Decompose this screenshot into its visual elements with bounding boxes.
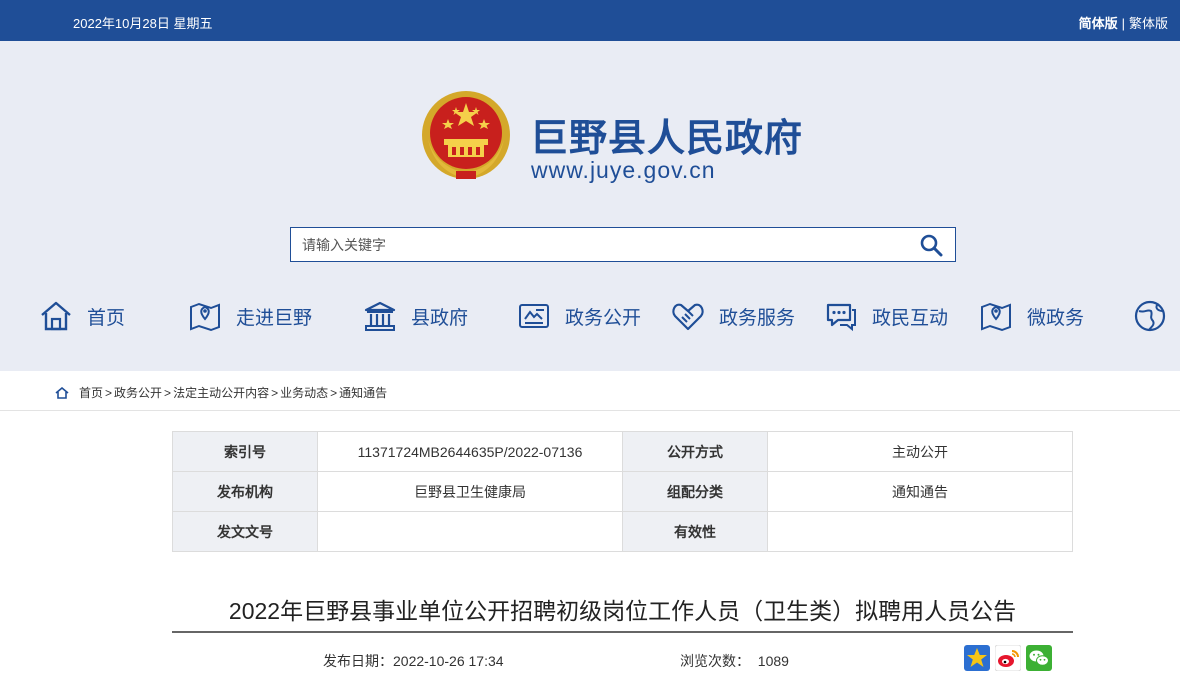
national-emblem-icon	[422, 91, 510, 179]
nav-item-data[interactable]: 数	[1133, 296, 1180, 336]
nav-item-government-services[interactable]: 政务服务	[671, 296, 795, 336]
table-row: 索引号 11371724MB2644635P/2022-07136 公开方式 主…	[172, 431, 1073, 472]
main-nav: 首页 走进巨野 县政府 政务公开 政务服务 政民互动 微政务	[0, 296, 1180, 336]
validity-label: 有效性	[622, 511, 768, 552]
table-row: 发布机构 巨野县卫生健康局 组配分类 通知通告	[172, 471, 1073, 512]
document-number-label: 发文文号	[172, 511, 318, 552]
weibo-share-icon[interactable]	[995, 645, 1021, 671]
breadcrumb-separator: >	[164, 385, 172, 400]
nav-item-label: 政民互动	[872, 307, 949, 329]
title-divider	[172, 631, 1073, 633]
nav-item-label: 政务服务	[719, 307, 796, 329]
qzone-share-icon[interactable]	[964, 645, 990, 671]
nav-item-label: 首页	[87, 307, 126, 329]
top-bar: 2022年10月28日 星期五 简体版 | 繁体版	[0, 0, 1180, 41]
language-switcher: 简体版 | 繁体版	[1079, 13, 1168, 32]
site-header: 巨野县人民政府 www.juye.gov.cn 首页 走进巨野	[0, 41, 1180, 371]
map-pin-icon	[190, 302, 220, 332]
home-icon	[55, 386, 69, 399]
index-number-value: 11371724MB2644635P/2022-07136	[317, 431, 623, 472]
document-metadata-table: 索引号 11371724MB2644635P/2022-07136 公开方式 主…	[172, 431, 1073, 552]
table-row: 发文文号 有效性	[172, 511, 1073, 552]
nav-item-public-interaction[interactable]: 政民互动	[824, 296, 948, 336]
traditional-chinese-link[interactable]: 繁体版	[1129, 16, 1168, 31]
index-number-label: 索引号	[172, 431, 318, 472]
globe-icon	[1134, 300, 1166, 332]
view-count: 浏览次数： 1089	[680, 653, 789, 669]
nav-item-micro-government[interactable]: 微政务	[979, 296, 1084, 336]
breadcrumb-business-news[interactable]: 业务动态	[280, 384, 328, 401]
site-title: 巨野县人民政府	[530, 118, 804, 160]
government-building-icon	[364, 301, 396, 331]
home-icon	[41, 301, 71, 331]
breadcrumb-separator: >	[105, 385, 113, 400]
breadcrumb-separator: >	[271, 385, 279, 400]
current-date: 2022年10月28日 星期五	[73, 16, 213, 31]
disclosure-method-label: 公开方式	[622, 431, 768, 472]
breadcrumb-separator: >	[330, 385, 338, 400]
nav-item-about-juye[interactable]: 走进巨野	[188, 296, 312, 336]
simplified-chinese-link[interactable]: 简体版	[1079, 16, 1118, 31]
document-number-value	[317, 511, 623, 552]
nav-item-home[interactable]: 首页	[39, 296, 125, 336]
search-icon[interactable]	[919, 233, 943, 257]
nav-item-label: 走进巨野	[236, 307, 313, 329]
map-pin-icon	[981, 302, 1011, 332]
category-label: 组配分类	[622, 471, 768, 512]
breadcrumb-home[interactable]: 首页	[79, 384, 103, 401]
handshake-icon	[672, 303, 704, 331]
nav-item-label: 政务公开	[565, 307, 642, 329]
category-value: 通知通告	[767, 471, 1073, 512]
wechat-share-icon[interactable]	[1026, 645, 1052, 671]
article-title: 2022年巨野县事业单位公开招聘初级岗位工作人员（卫生类）拟聘用人员公告	[228, 598, 1017, 624]
site-url: www.juye.gov.cn	[531, 157, 716, 183]
publish-date: 发布日期：2022-10-26 17:34	[323, 653, 504, 669]
validity-value	[767, 511, 1073, 552]
breadcrumb: 首页 > 政务公开 > 法定主动公开内容 > 业务动态 > 通知通告	[0, 371, 1180, 411]
nav-item-label: 县政府	[411, 307, 469, 329]
chat-icon	[826, 303, 856, 332]
nav-item-government-affairs-disclosure[interactable]: 政务公开	[517, 296, 641, 336]
nav-item-county-government[interactable]: 县政府	[363, 296, 468, 336]
document-icon	[519, 304, 549, 328]
breadcrumb-notices[interactable]: 通知通告	[339, 384, 387, 401]
breadcrumb-statutory-disclosure[interactable]: 法定主动公开内容	[173, 384, 269, 401]
search-input[interactable]	[291, 228, 901, 261]
nav-item-label: 微政务	[1027, 307, 1085, 329]
disclosure-method-value: 主动公开	[767, 431, 1073, 472]
language-separator: |	[1121, 16, 1125, 31]
publisher-label: 发布机构	[172, 471, 318, 512]
search-bar	[290, 227, 956, 262]
breadcrumb-government-affairs-disclosure[interactable]: 政务公开	[114, 384, 162, 401]
publisher-value: 巨野县卫生健康局	[317, 471, 623, 512]
